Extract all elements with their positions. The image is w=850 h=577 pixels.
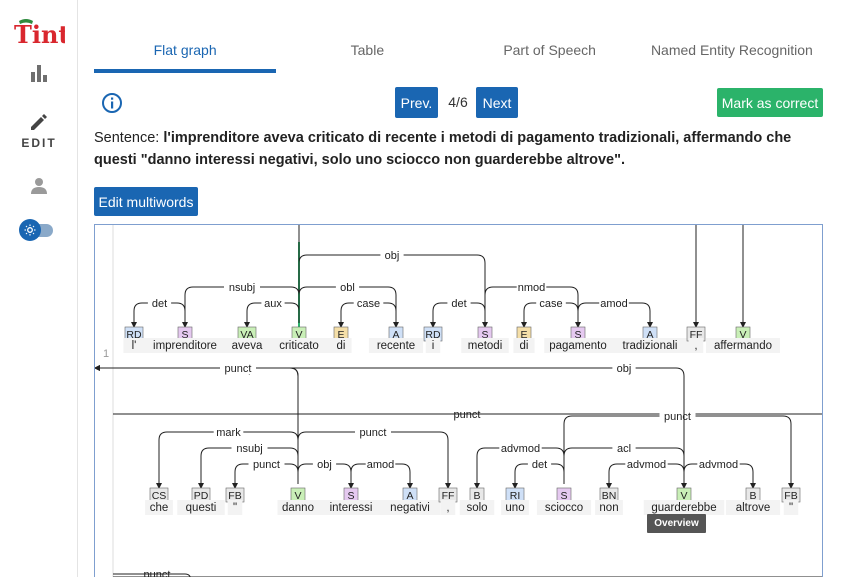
row1-word: criticato	[279, 340, 319, 352]
row2-arc-label: advmod	[699, 459, 738, 471]
row2-arc-label: advmod	[627, 459, 666, 471]
mark-as-correct-button[interactable]: Mark as correct	[717, 88, 823, 117]
row1-word: affermando	[714, 340, 772, 352]
tab-named-entity-recognition[interactable]: Named Entity Recognition	[641, 35, 823, 73]
row1-arc-label: aux	[264, 298, 282, 310]
tint-logo[interactable]: Tint	[13, 18, 65, 48]
sentence-content: l'imprenditore aveva criticato di recent…	[94, 130, 792, 168]
row2-arc-label: punct	[225, 363, 252, 375]
row2-arc-label: obj	[617, 363, 632, 375]
tab-flat-graph[interactable]: Flat graph	[94, 35, 277, 73]
info-icon[interactable]	[101, 92, 123, 114]
row1-word: imprenditore	[153, 340, 217, 352]
row2-word: interessi	[330, 502, 373, 514]
sentence-label: Sentence:	[94, 130, 160, 146]
row-span-arc-label: punct	[454, 409, 481, 421]
row2-word: ,	[446, 502, 449, 514]
row1-arc-label: nmod	[518, 282, 546, 294]
row1-arc-label: case	[357, 298, 380, 310]
row3-arc-label: punct	[144, 569, 171, 577]
tab-table[interactable]: Table	[276, 35, 458, 73]
row2-word: altrove	[736, 502, 771, 514]
row1-arc-label: obj	[385, 250, 400, 262]
prev-button[interactable]: Prev.	[395, 87, 438, 118]
row2-word: "	[233, 502, 237, 514]
svg-text:Tint: Tint	[14, 20, 65, 48]
edit-nav-label: EDIT	[21, 136, 57, 150]
user-nav-button[interactable]	[0, 174, 78, 198]
row1-arc-label: det	[451, 298, 466, 310]
row2-arc-label: mark	[216, 427, 241, 439]
row2-arc-label: amod	[367, 459, 395, 471]
toggle-knob	[19, 219, 41, 241]
overview-tooltip: Overview	[647, 514, 706, 533]
next-button[interactable]: Next	[476, 87, 518, 118]
row1-word: recente	[377, 340, 415, 352]
edit-multiwords-button[interactable]: Edit multiwords	[94, 187, 198, 216]
row2-arc-label: punct	[253, 459, 280, 471]
row1-arc	[742, 225, 744, 323]
row1-arc-label: amod	[600, 298, 628, 310]
page-indicator: 4/6	[448, 94, 468, 110]
row2-word: guarderebbe	[651, 502, 716, 514]
row1-word: ,	[694, 340, 697, 352]
row2-arc-label: nsubj	[236, 443, 262, 455]
dependency-graph-canvas[interactable]: 1detnsubjauxcaseobldetobjcasenmodamodpun…	[95, 225, 823, 577]
row2-word: questi	[186, 502, 217, 514]
row1-arc-label: obl	[340, 282, 355, 294]
row1-word: di	[520, 340, 529, 352]
row2-word: "	[789, 502, 793, 514]
sentence-text: Sentence: l'imprenditore aveva criticato…	[94, 127, 824, 171]
sidebar: Tint EDIT	[0, 0, 78, 577]
row2-word: danno	[282, 502, 314, 514]
row1-word: di	[337, 340, 346, 352]
dependency-graph[interactable]: 1detnsubjauxcaseobldetobjcasenmodamodpun…	[94, 224, 823, 577]
row1-word: tradizionali	[623, 340, 678, 352]
pencil-icon	[31, 114, 47, 130]
row2-word: solo	[466, 502, 487, 514]
row2-arc-label: acl	[617, 443, 631, 455]
tab-part-of-speech[interactable]: Part of Speech	[459, 35, 641, 73]
row1-arc-label: det	[152, 298, 167, 310]
row1-arc	[298, 225, 699, 328]
row1-word: metodi	[468, 340, 503, 352]
line-number: 1	[103, 348, 109, 360]
row1-arc	[298, 225, 746, 328]
theme-toggle[interactable]	[19, 219, 53, 241]
row1-word: pagamento	[549, 340, 607, 352]
row1-word: aveva	[232, 340, 263, 352]
row2-arc	[563, 415, 794, 489]
row1-arc-label: nsubj	[229, 282, 255, 294]
row2-arc-label: punct	[360, 427, 387, 439]
row2-word: che	[150, 502, 169, 514]
row1-word: l'	[132, 340, 137, 352]
row1-arc-label: case	[539, 298, 562, 310]
row2-arc-label: obj	[317, 459, 332, 471]
row1-arc	[298, 254, 488, 328]
person-icon	[31, 178, 47, 194]
edit-nav-button[interactable]: EDIT	[0, 108, 78, 154]
row2-arc-label: det	[532, 459, 547, 471]
row2-arc-label: punct	[664, 411, 691, 423]
stats-nav-button[interactable]	[0, 60, 78, 86]
bar-chart-icon	[31, 65, 47, 82]
row1-word: i	[432, 340, 435, 352]
row2-word: non	[599, 502, 618, 514]
row2-arc-label: advmod	[501, 443, 540, 455]
row2-word: sciocco	[545, 502, 583, 514]
view-tabs: Flat graph Table Part of Speech Named En…	[94, 35, 823, 73]
row2-word: negativi	[390, 502, 430, 514]
sun-icon	[24, 224, 36, 236]
row2-word: uno	[505, 502, 524, 514]
